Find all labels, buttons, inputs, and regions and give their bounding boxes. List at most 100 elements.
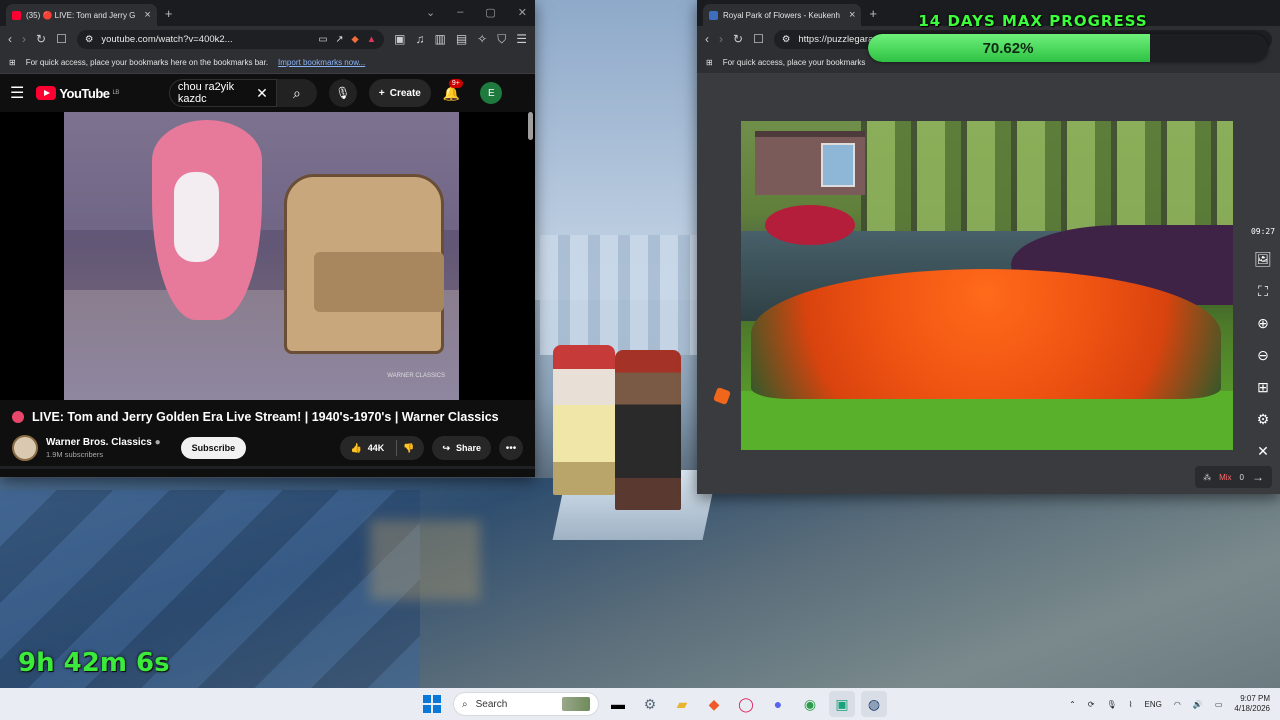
reading-mode-icon[interactable]: ▣	[394, 32, 405, 46]
progress-overlay: 14 DAYS MAX PROGRESS 70.62%	[868, 12, 1268, 62]
hamburger-menu-icon[interactable]: ☰	[10, 83, 24, 103]
like-button[interactable]: 👍 44K 👎	[340, 436, 425, 460]
windows-start-icon[interactable]	[423, 695, 441, 713]
video-actions: 👍 44K 👎 ↪ Share •••	[340, 436, 523, 460]
channel-avatar[interactable]	[12, 435, 38, 461]
arrow-right-icon[interactable]: →	[1252, 470, 1264, 484]
search-button[interactable]: ⌕	[276, 79, 317, 107]
close-icon[interactable]: ✕	[1246, 435, 1280, 467]
create-button[interactable]: + Create	[368, 79, 431, 107]
wifi-icon[interactable]: ◠	[1174, 700, 1181, 709]
reload-icon[interactable]: ↻	[36, 32, 46, 46]
search-highlight-image	[562, 697, 590, 711]
bookmark-icon[interactable]: ☐	[753, 32, 764, 46]
vpn-icon[interactable]: ⛉	[497, 32, 506, 47]
youtube-play-icon	[36, 86, 57, 100]
voice-search-button[interactable]: 🎙	[328, 79, 357, 107]
minimize-button[interactable]: –	[457, 6, 463, 19]
taskbar-search[interactable]: ⌕ Search	[453, 692, 599, 716]
wallet-icon[interactable]: ▤	[456, 32, 467, 46]
opera-icon[interactable]: ◯	[733, 691, 759, 717]
image-icon[interactable]: 🖼	[1246, 243, 1280, 275]
volume-icon[interactable]: 🔊	[1193, 700, 1203, 709]
bookmark-icon[interactable]: ☐	[56, 32, 67, 46]
chevron-up-icon[interactable]: ⌃	[1069, 700, 1076, 709]
video-player[interactable]: WARNER CLASSICS	[0, 112, 535, 400]
clock-date: 4/18/2026	[1234, 704, 1270, 713]
video-frame[interactable]: WARNER CLASSICS	[64, 112, 459, 400]
site-info-icon[interactable]: ⚙	[85, 34, 94, 45]
rewards-icon[interactable]: ▲	[367, 34, 376, 45]
apps-icon[interactable]: ⊞	[9, 58, 16, 67]
settings-icon[interactable]: ⚙	[1246, 403, 1280, 435]
battery-icon[interactable]: ▭	[1215, 700, 1223, 709]
site-info-icon[interactable]: ⚙	[782, 34, 791, 45]
subscribe-button[interactable]: Subscribe	[180, 437, 247, 459]
share-icon[interactable]: ↗	[335, 34, 343, 45]
sync-icon[interactable]: ⟳	[1088, 700, 1095, 709]
forward-icon[interactable]: ›	[22, 32, 26, 46]
search-icon: ⌕	[462, 698, 468, 710]
channel-name[interactable]: Warner Bros. Classics ●	[46, 437, 161, 448]
discord-icon[interactable]: ●	[765, 691, 791, 717]
video-watermark: WARNER CLASSICS	[387, 373, 445, 380]
settings-icon[interactable]: ⚙	[637, 691, 663, 717]
share-icon: ↪	[442, 442, 450, 453]
puzzle-board[interactable]: 09:27 🖼 ⛶ ⊕ ⊖ ⊞ ⚙ ✕ ⁂ Mix 0 →	[697, 74, 1280, 494]
microphone-icon[interactable]: 🎙	[1106, 700, 1116, 709]
maximize-button[interactable]: ▢	[485, 6, 495, 19]
tab-title: (35) 🔴 LIVE: Tom and Jerry G	[26, 10, 136, 20]
elapsed-timer: 9h 42m 6s	[18, 648, 170, 678]
loose-puzzle-piece[interactable]	[713, 387, 731, 405]
verified-icon: ●	[154, 437, 161, 448]
share-button[interactable]: ↪ Share	[432, 436, 491, 460]
network-icon[interactable]: ⌇	[1129, 700, 1133, 709]
menu-icon[interactable]: ☰	[516, 32, 527, 46]
clock[interactable]: 9:07 PM 4/18/2026	[1234, 694, 1270, 715]
import-bookmarks-link[interactable]: Import bookmarks now...	[278, 58, 365, 67]
reload-icon[interactable]: ↻	[733, 32, 743, 46]
chrome-icon[interactable]: ◉	[797, 691, 823, 717]
leo-icon[interactable]: ✧	[477, 32, 487, 46]
youtube-logo[interactable]: YouTube LB	[36, 86, 119, 101]
thumbs-down-icon[interactable]: 👎	[403, 443, 414, 454]
avatar[interactable]: E	[480, 82, 503, 104]
fullscreen-icon[interactable]: ⛶	[1246, 275, 1280, 307]
url-text: youtube.com/watch?v=400k2...	[101, 33, 233, 45]
brave-icon[interactable]: ◆	[701, 691, 727, 717]
android-app-icon[interactable]: ▣	[829, 691, 855, 717]
language-indicator[interactable]: ENG	[1145, 700, 1162, 709]
brave-shields-icon[interactable]: ◆	[351, 34, 358, 45]
steam-icon[interactable]: ◍	[861, 691, 887, 717]
grid-icon[interactable]: ⊞	[1246, 371, 1280, 403]
apps-icon[interactable]: ⊞	[706, 58, 713, 67]
back-icon[interactable]: ‹	[705, 32, 709, 46]
region-code: LB	[112, 90, 120, 96]
file-explorer-icon[interactable]: ▬	[605, 691, 631, 717]
back-icon[interactable]: ‹	[8, 32, 12, 46]
mix-count: 0	[1239, 472, 1244, 482]
mix-label[interactable]: Mix	[1219, 473, 1231, 482]
close-window-button[interactable]: ✕	[518, 6, 527, 19]
clear-search-icon[interactable]: ✕	[256, 85, 268, 102]
tab-strip: (35) 🔴 LIVE: Tom and Jerry G × + ⌄ – ▢ ✕	[0, 0, 535, 26]
sidebar-icon[interactable]: ▥	[434, 32, 445, 46]
more-actions-button[interactable]: •••	[499, 436, 523, 460]
media-icon[interactable]: ♫	[415, 32, 424, 46]
new-tab-button[interactable]: +	[165, 6, 173, 21]
more-icon: •••	[505, 442, 517, 454]
puzzle-browser-window: Royal Park of Flowers - Keukenh × + ‹ › …	[697, 0, 1280, 494]
search-input[interactable]: chou ra2yik kazdc ✕	[168, 79, 277, 107]
close-tab-icon[interactable]: ×	[144, 9, 150, 21]
zoom-in-icon[interactable]: ⊕	[1246, 307, 1280, 339]
install-icon[interactable]: ▭	[318, 34, 327, 45]
notifications-button[interactable]: 🔔 9+	[443, 78, 463, 102]
address-bar[interactable]: ⚙ youtube.com/watch?v=400k2... ▭ ↗ ◆ ▲	[76, 29, 385, 49]
tab-search-icon[interactable]: ⌄	[426, 6, 435, 19]
folder-icon[interactable]: ▰	[669, 691, 695, 717]
zoom-out-icon[interactable]: ⊖	[1246, 339, 1280, 371]
tab-youtube[interactable]: (35) 🔴 LIVE: Tom and Jerry G ×	[6, 4, 157, 26]
page-scrollbar[interactable]	[528, 112, 533, 140]
forward-icon[interactable]: ›	[719, 32, 723, 46]
puzzle-image[interactable]	[741, 121, 1233, 450]
